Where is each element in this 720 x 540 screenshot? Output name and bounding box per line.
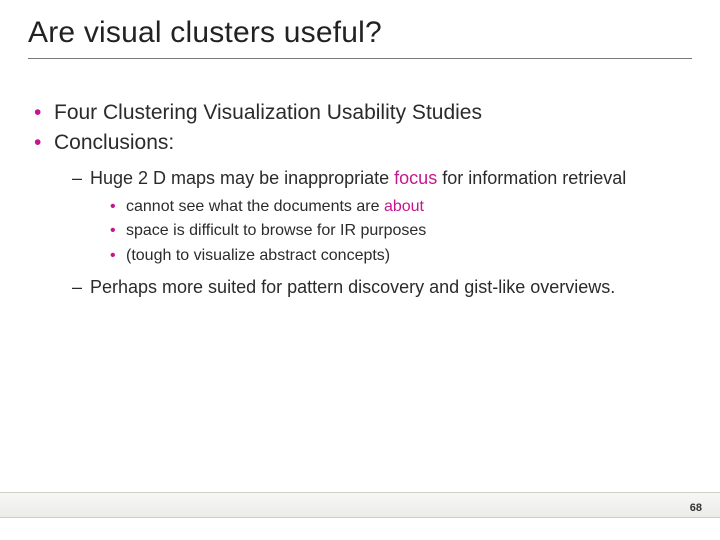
bullet-item: Conclusions: Huge 2 D maps may be inappr…: [32, 129, 692, 299]
highlight-text: focus: [394, 168, 437, 188]
bullet-item: Perhaps more suited for pattern discover…: [72, 275, 692, 299]
page-number: 68: [690, 502, 702, 514]
bullet-text: Huge 2 D maps may be inappropriate: [90, 168, 394, 188]
bullet-text: Conclusions:: [54, 131, 174, 154]
slide: Are visual clusters useful? Four Cluster…: [0, 0, 720, 540]
title-rule: [28, 58, 692, 59]
bullet-text: cannot see what the documents are: [126, 198, 384, 215]
bullet-item: cannot see what the documents are about: [110, 196, 692, 218]
bullet-item: (tough to visualize abstract concepts): [110, 245, 692, 267]
footer-band: [0, 492, 720, 518]
slide-title: Are visual clusters useful?: [28, 16, 692, 50]
bullet-list-level1: Four Clustering Visualization Usability …: [32, 99, 692, 299]
bullet-list-level2: Huge 2 D maps may be inappropriate focus…: [72, 166, 692, 300]
highlight-text: about: [384, 198, 424, 215]
bullet-text: for information retrieval: [437, 168, 626, 188]
bullet-item: space is difficult to browse for IR purp…: [110, 220, 692, 242]
bullet-item: Four Clustering Visualization Usability …: [32, 99, 692, 127]
bullet-list-level3: cannot see what the documents are about …: [110, 196, 692, 267]
bullet-item: Huge 2 D maps may be inappropriate focus…: [72, 166, 692, 267]
